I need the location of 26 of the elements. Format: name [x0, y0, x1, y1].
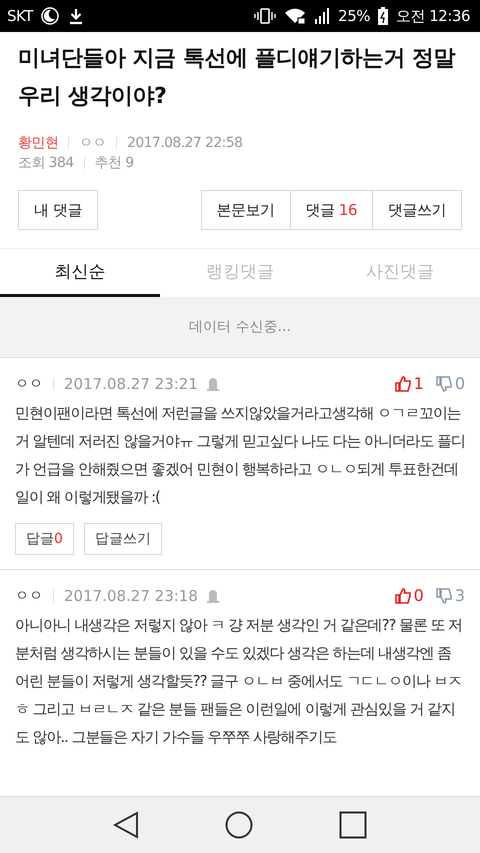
view-post-button[interactable]: 본문보기 [200, 190, 291, 230]
battery-percent: 25% [338, 7, 370, 25]
dislike-count: 0 [454, 374, 465, 393]
article-title: 미녀단들아 지금 톡선에 플디얘기하는거 정말 우리 생각이야? [17, 45, 456, 111]
comment-date: 2017.08.27 23:18 [64, 586, 198, 604]
write-reply-button[interactable]: 답글쓰기 [84, 523, 162, 555]
write-comment-button[interactable]: 댓글쓰기 [373, 190, 462, 230]
comment-nickname: ㅇㅇ [15, 374, 43, 392]
loading-text: 데이터 수신중... [189, 318, 291, 336]
like-count: 1 [414, 374, 424, 393]
post-date: 2017.08.27 22:58 [127, 135, 242, 151]
clock: 오전 12:36 [396, 6, 470, 26]
comment-nickname: ㅇㅇ [15, 586, 43, 604]
view-count: 조회 384 [18, 154, 74, 172]
nickname: ㅇㅇ [79, 134, 106, 152]
recommend-count: 추천 9 [94, 154, 134, 172]
like-count: 0 [414, 586, 424, 605]
comment-date: 2017.08.27 23:21 [64, 374, 198, 392]
carrier-name: SKT [7, 7, 33, 25]
my-comments-button[interactable]: 내 댓글 [18, 190, 98, 230]
replies-button[interactable]: 답글0 [15, 523, 74, 555]
dislike-count: 3 [454, 586, 465, 605]
comment-text: 민현이팬이라면 톡선에 저런글을 쓰지않았을거라고생각해 ㅇㄱㄹ꼬이는거 알텐데 저러진 않을거야ㅠ 그렇게 믿고싶다 나도 다는 아니더라도 플디가 언급을 안해줬으면 좋겠어 민현이 행복하라고 ㅇㄴㅇ되게 투표한건데 일이 왜 이렇게됐을까 :( [15, 403, 465, 508]
comments-button[interactable]: 댓글 16 [290, 190, 373, 230]
author-name: 황민현 [18, 134, 58, 152]
comment-text: 아니아니 내생각은 저렇지 않아 ㅋ 걍 저분 생각인 거 같은데?? 물론 또 저분처럼 생각하시는 분들이 있을 수도 있겠다 생각은 하는데 내생각엔 좀 어린 분들이 저렇게 생각할듯?? 글구 ㅇㄴㅂ 중에서도 ㄱㄷㄴㅇ이나 ㅂㅈㅎ 그리고 ㅂㄹㄴㅈ 같은 분들 팬들은 이런일에 이렇게 관심있을 거 같지도 않아.. 그분들은 자기 가수들 우쭈쭈 사랑해주기도 [15, 615, 463, 748]
